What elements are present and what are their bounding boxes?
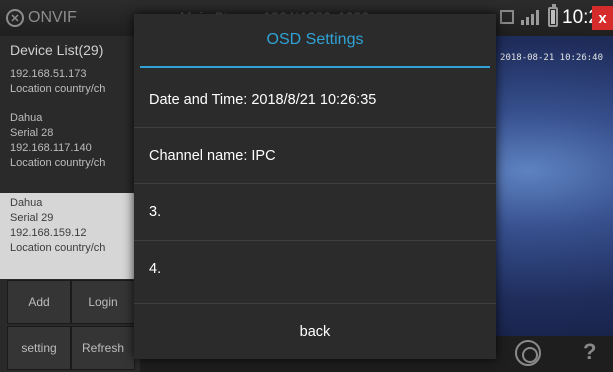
setting-button[interactable]: setting [7, 326, 71, 370]
add-button[interactable]: Add [7, 280, 71, 324]
device-line: Dahua [10, 197, 43, 209]
device-line: Dahua [10, 112, 43, 124]
device-list-panel: Device List(29) 192.168.51.173 Location … [0, 36, 140, 372]
device-line: Serial 28 [10, 127, 54, 139]
device-line: 192.168.159.12 [10, 227, 87, 239]
app-title[interactable]: ✕ ONVIF [6, 5, 77, 31]
signal-icon [521, 10, 539, 25]
battery-icon [548, 4, 558, 27]
osd-row-3[interactable]: 3. [134, 184, 496, 240]
device-item[interactable]: Dahua Serial 28 192.168.117.140 Location… [0, 108, 140, 190]
grid-icon [500, 10, 514, 24]
title-divider [140, 66, 490, 68]
close-window-button[interactable]: x [592, 6, 613, 30]
device-line: Location country/ch [10, 83, 106, 95]
osd-row-date-time[interactable]: Date and Time: 2018/8/21 10:26:35 [134, 72, 496, 128]
device-line: 192.168.51.173 [10, 68, 87, 80]
device-item[interactable]: 192.168.51.173 Location country/ch [0, 64, 140, 104]
app-title-label: ONVIF [28, 9, 77, 26]
help-icon[interactable]: ? [583, 339, 596, 365]
device-line: Serial 29 [10, 212, 54, 224]
back-button[interactable]: back [134, 304, 496, 359]
device-item-selected[interactable]: Dahua Serial 29 192.168.159.12 Location … [0, 193, 140, 279]
device-line: 192.168.117.140 [10, 142, 92, 154]
record-icon[interactable] [515, 340, 541, 366]
device-line: Location country/ch [10, 242, 106, 254]
dialog-title: OSD Settings [266, 31, 364, 48]
video-timestamp: 2018-08-21 10:26:40 [500, 53, 603, 63]
refresh-button[interactable]: Refresh [71, 326, 135, 370]
app-close-icon[interactable]: ✕ [6, 9, 24, 27]
osd-settings-dialog: OSD Settings Date and Time: 2018/8/21 10… [134, 14, 496, 359]
device-line: Location country/ch [10, 157, 106, 169]
osd-row-channel-name[interactable]: Channel name: IPC [134, 128, 496, 184]
login-button[interactable]: Login [71, 280, 135, 324]
osd-row-4[interactable]: 4. [134, 241, 496, 297]
device-list-header: Device List(29) [10, 42, 104, 58]
